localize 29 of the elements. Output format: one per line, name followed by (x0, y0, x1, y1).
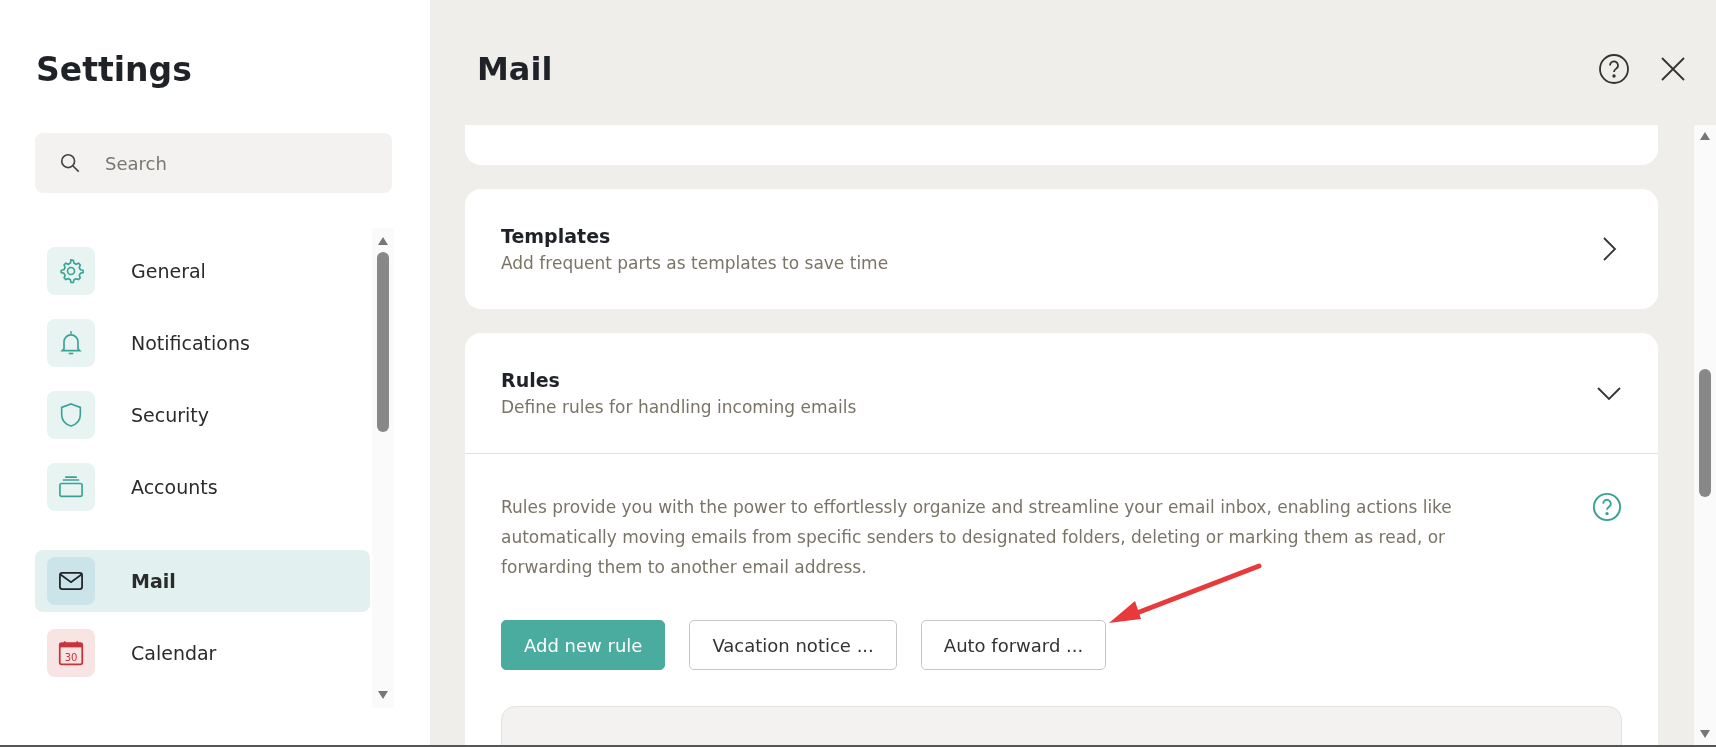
rules-description: Rules provide you with the power to effortlessly organize and streamline your email inbox, enabling actions like automatically moving emails from specific senders to designated folders, deleting or marking them as read, or forwarding them to another email address. (501, 496, 1453, 579)
card-description: Add frequent parts as templates to save time (501, 253, 890, 273)
nav-item[interactable]: Accounts (35, 456, 370, 518)
scrollbar[interactable] (1694, 125, 1716, 745)
nav-item[interactable]: Notifications (35, 312, 370, 374)
secondary-button[interactable]: Auto forward ... (920, 620, 1107, 670)
card-title: Rules (501, 369, 561, 391)
scrollbar[interactable] (372, 228, 394, 708)
page-title: Mail (477, 49, 554, 90)
nav-item[interactable]: 30 Calendar (35, 622, 370, 684)
settings-title: Settings (36, 50, 193, 89)
scroll-up-icon[interactable] (377, 236, 389, 246)
nav-item[interactable]: Security (35, 384, 370, 446)
nav-item[interactable]: General (35, 240, 370, 302)
scroll-thumb[interactable] (1699, 369, 1711, 497)
close-icon (1660, 55, 1686, 82)
nav-item[interactable]: Mail (35, 550, 370, 612)
secondary-button[interactable]: Vacation notice ... (689, 620, 897, 670)
card-description: Define rules for handling incoming emails (501, 397, 858, 417)
help-icon[interactable] (1592, 492, 1622, 522)
scroll-up-icon[interactable] (1699, 131, 1711, 141)
search-field[interactable]: Search (35, 133, 392, 193)
gear-icon (57, 257, 85, 285)
help-icon (1598, 52, 1630, 85)
scroll-thumb[interactable] (377, 252, 389, 432)
card-title: Templates (501, 225, 612, 247)
scroll-down-icon[interactable] (1699, 729, 1711, 739)
search-icon (59, 152, 81, 174)
scroll-down-icon[interactable] (377, 690, 389, 700)
